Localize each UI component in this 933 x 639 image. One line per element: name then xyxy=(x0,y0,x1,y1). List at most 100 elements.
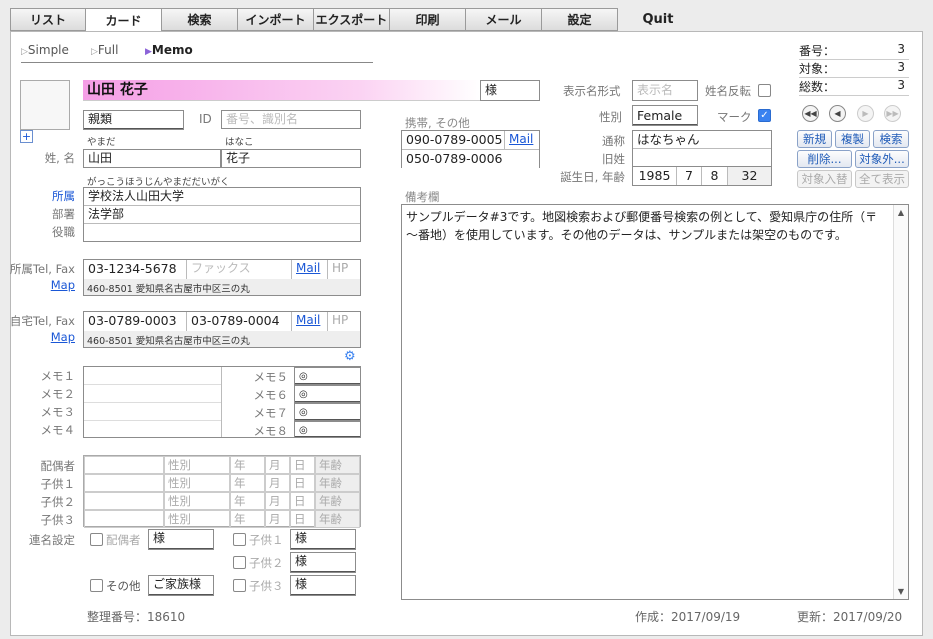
swap-button[interactable]: 対象入替 xyxy=(797,170,852,188)
add-photo-icon[interactable]: + xyxy=(20,130,33,143)
affil-field[interactable]: 学校法人山田大学 xyxy=(84,188,360,206)
notes-text[interactable]: サンプルデータ#3です。地図検索および郵便番号検索の例として、愛知県庁の住所（〒… xyxy=(406,208,884,244)
view-full[interactable]: ▷Full xyxy=(91,43,118,57)
family-child1-col3[interactable]: 月 xyxy=(265,474,290,492)
family-child3-col3[interactable]: 月 xyxy=(265,510,290,528)
family-child1-col4[interactable]: 日 xyxy=(290,474,315,492)
last-record-icon[interactable]: ▶▶ xyxy=(884,105,901,122)
family-child3-col0[interactable] xyxy=(84,510,164,528)
family-child1-col1[interactable]: 性別 xyxy=(164,474,230,492)
relation-field[interactable]: 親類 xyxy=(83,110,184,130)
full-name-field[interactable]: 山田 花子 xyxy=(83,80,480,101)
family-spouse-col3[interactable]: 月 xyxy=(265,456,290,474)
tab-import[interactable]: インポート xyxy=(238,8,314,31)
family-child2-col3[interactable]: 月 xyxy=(265,492,290,510)
family-spouse-col1[interactable]: 性別 xyxy=(164,456,230,474)
family-child2-col0[interactable] xyxy=(84,492,164,510)
home-address[interactable]: 460-8501 愛知県名古屋市中区三の丸 xyxy=(87,333,250,347)
birth-day-field[interactable]: 8 xyxy=(702,167,728,185)
family-spouse-col2[interactable]: 年 xyxy=(230,456,265,474)
tab-card[interactable]: カード xyxy=(86,8,162,32)
tab-print[interactable]: 印刷 xyxy=(390,8,466,31)
work-map-link[interactable]: Map xyxy=(31,278,75,292)
old-name-field[interactable] xyxy=(633,149,771,166)
work-address[interactable]: 460-8501 愛知県名古屋市中区三の丸 xyxy=(87,281,250,295)
family-child2-col5[interactable]: 年齢 xyxy=(315,492,360,510)
mobile1-field[interactable]: 090-0789-0005 xyxy=(402,131,505,150)
joint-child1-field[interactable]: 様 xyxy=(290,529,356,550)
gender-field[interactable]: Female xyxy=(632,105,698,126)
joint-child2-checkbox[interactable] xyxy=(233,556,246,569)
tab-mail[interactable]: メール xyxy=(466,8,542,31)
tab-settings[interactable]: 設定 xyxy=(542,8,618,31)
work-fax-field[interactable]: ファックス xyxy=(187,260,292,279)
family-child3-col4[interactable]: 日 xyxy=(290,510,315,528)
notes-scrollbar[interactable]: ▲ ▼ xyxy=(893,205,908,599)
joint-spouse-checkbox[interactable] xyxy=(90,533,103,546)
family-spouse-col0[interactable] xyxy=(84,456,164,474)
mobile-mail-link[interactable]: Mail xyxy=(505,131,539,150)
family-child3-col2[interactable]: 年 xyxy=(230,510,265,528)
work-tel-field[interactable]: 03-1234-5678 xyxy=(84,260,187,279)
dept-field[interactable]: 法学部 xyxy=(84,206,360,224)
joint-child2-field[interactable]: 様 xyxy=(290,552,356,573)
birth-month-field[interactable]: 7 xyxy=(677,167,702,185)
family-child2-col1[interactable]: 性別 xyxy=(164,492,230,510)
first-name-field[interactable]: 花子 xyxy=(221,149,361,168)
mark-checkbox[interactable]: ✓ xyxy=(758,109,771,122)
photo-box[interactable] xyxy=(20,80,70,130)
family-child1-col5[interactable]: 年齢 xyxy=(315,474,360,492)
family-child1-col2[interactable]: 年 xyxy=(230,474,265,492)
view-simple[interactable]: ▷Simple xyxy=(21,43,69,57)
joint-child1-checkbox[interactable] xyxy=(233,533,246,546)
id-field[interactable]: 番号、識別名 xyxy=(221,110,361,129)
tab-list[interactable]: リスト xyxy=(10,8,86,31)
home-map-link[interactable]: Map xyxy=(31,330,75,344)
home-fax-field[interactable]: 03-0789-0004 xyxy=(187,312,292,331)
family-child3-col5[interactable]: 年齢 xyxy=(315,510,360,528)
delete-button[interactable]: 削除... xyxy=(797,150,852,168)
family-child2-col4[interactable]: 日 xyxy=(290,492,315,510)
honorific-field[interactable]: 様 xyxy=(480,80,540,101)
home-tel-field[interactable]: 03-0789-0003 xyxy=(84,312,187,331)
family-spouse-col4[interactable]: 日 xyxy=(290,456,315,474)
memo7-field[interactable]: ◎ xyxy=(294,403,361,421)
joint-child3-checkbox[interactable] xyxy=(233,579,246,592)
tab-export[interactable]: エクスポート xyxy=(314,8,390,31)
search-button[interactable]: 検索 xyxy=(873,130,909,148)
family-spouse-col5[interactable]: 年齢 xyxy=(315,456,360,474)
joint-other-field[interactable]: ご家族様 xyxy=(148,575,214,596)
work-mail-link[interactable]: Mail xyxy=(292,260,328,279)
view-memo[interactable]: ▶Memo xyxy=(145,43,193,57)
memo8-field[interactable]: ◎ xyxy=(294,421,361,438)
tab-search[interactable]: 検索 xyxy=(162,8,238,31)
affil-label[interactable]: 所属 xyxy=(31,188,75,204)
work-hp-link[interactable]: HP xyxy=(328,260,360,279)
joint-spouse-field[interactable]: 様 xyxy=(148,529,214,550)
mobile2-field[interactable]: 050-0789-0006 xyxy=(402,150,539,168)
next-record-icon[interactable]: ▶ xyxy=(857,105,874,122)
exclude-button[interactable]: 対象外... xyxy=(855,150,909,168)
gear-icon[interactable]: ⚙ xyxy=(344,349,356,364)
first-record-icon[interactable]: ◀◀ xyxy=(802,105,819,122)
format-field[interactable]: 表示名 xyxy=(632,80,698,101)
family-child3-col1[interactable]: 性別 xyxy=(164,510,230,528)
quit-button[interactable]: Quit xyxy=(618,8,698,31)
copy-button[interactable]: 複製 xyxy=(835,130,870,148)
home-hp-link[interactable]: HP xyxy=(328,312,360,331)
family-child1-col0[interactable] xyxy=(84,474,164,492)
title-field[interactable] xyxy=(84,224,360,241)
home-mail-link[interactable]: Mail xyxy=(292,312,328,331)
new-button[interactable]: 新規 xyxy=(797,130,832,148)
last-name-field[interactable]: 山田 xyxy=(83,149,221,168)
joint-child3-field[interactable]: 様 xyxy=(290,575,356,596)
notes-area[interactable]: サンプルデータ#3です。地図検索および郵便番号検索の例として、愛知県庁の住所（〒… xyxy=(401,204,909,600)
nick-field[interactable]: はなちゃん xyxy=(633,131,771,149)
memo6-field[interactable]: ◎ xyxy=(294,385,361,403)
joint-other-checkbox[interactable] xyxy=(90,579,103,592)
memo5-field[interactable]: ◎ xyxy=(294,367,361,385)
family-child2-col2[interactable]: 年 xyxy=(230,492,265,510)
reverse-checkbox[interactable] xyxy=(758,84,771,97)
prev-record-icon[interactable]: ◀ xyxy=(829,105,846,122)
birth-year-field[interactable]: 1985 xyxy=(633,167,677,185)
